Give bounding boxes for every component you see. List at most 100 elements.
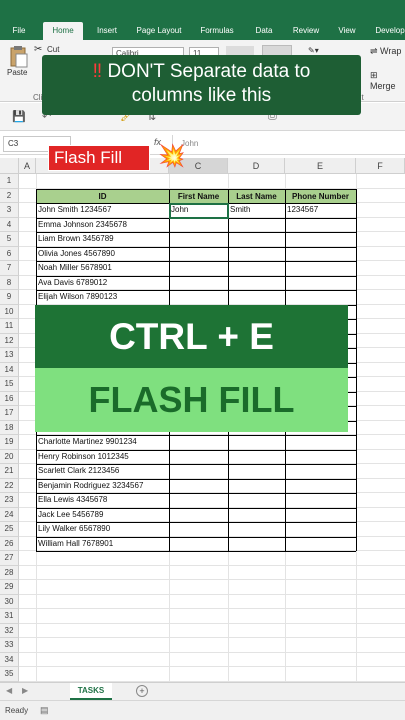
row-header[interactable]: 27 (0, 551, 19, 566)
table-cell[interactable]: Smith (228, 203, 285, 218)
tab-view[interactable]: View (332, 22, 362, 40)
row-header[interactable]: 5 (0, 232, 19, 247)
row-header[interactable]: 1 (0, 174, 19, 189)
row-header[interactable]: 30 (0, 594, 19, 609)
table-cell[interactable]: Charlotte Martinez 9901234 (36, 435, 169, 450)
table-cell[interactable]: Liam Brown 3456789 (36, 232, 169, 247)
scroll-left-icon[interactable]: ◀ (6, 686, 12, 695)
row-header[interactable]: 4 (0, 217, 19, 232)
table-cell[interactable]: Noah Miller 5678901 (36, 261, 169, 276)
row-header[interactable]: 12 (0, 333, 19, 348)
merge-button[interactable]: ⊞ Merge (370, 70, 405, 91)
table-cell[interactable] (228, 479, 285, 494)
save-icon[interactable]: 💾 (12, 110, 26, 123)
sheet-tab-tasks[interactable]: TASKS (70, 683, 112, 700)
table-header-cell[interactable]: First Name (169, 188, 228, 203)
wrap-text-button[interactable]: ⇌ Wrap (370, 46, 401, 57)
scroll-right-icon[interactable]: ▶ (22, 686, 28, 695)
table-cell[interactable] (285, 290, 356, 305)
table-cell[interactable]: Jack Lee 5456789 (36, 508, 169, 523)
table-cell[interactable] (285, 493, 356, 508)
table-cell[interactable] (228, 261, 285, 276)
row-header[interactable]: 31 (0, 609, 19, 624)
tab-file[interactable]: File (6, 22, 32, 40)
row-header[interactable]: 2 (0, 188, 19, 203)
table-cell[interactable]: 1234567 (285, 203, 356, 218)
row-header[interactable]: 10 (0, 304, 19, 319)
column-header[interactable]: A (19, 158, 36, 174)
row-header[interactable]: 34 (0, 652, 19, 667)
tab-review[interactable]: Review (287, 22, 325, 40)
row-header[interactable]: 35 (0, 667, 19, 682)
table-cell[interactable]: Ava Davis 6789012 (36, 276, 169, 291)
select-all-corner[interactable] (0, 158, 19, 174)
row-header[interactable]: 24 (0, 507, 19, 522)
tab-data[interactable]: Data (248, 22, 280, 40)
table-cell[interactable] (169, 261, 228, 276)
row-header[interactable]: 18 (0, 420, 19, 435)
table-cell[interactable] (169, 493, 228, 508)
table-cell[interactable] (285, 218, 356, 233)
table-header-cell[interactable]: Last Name (228, 188, 285, 203)
tab-page-layout[interactable]: Page Layout (131, 22, 187, 40)
row-header[interactable]: 32 (0, 623, 19, 638)
table-cell[interactable]: Lily Walker 6567890 (36, 522, 169, 537)
table-cell[interactable] (228, 464, 285, 479)
macro-record-icon[interactable]: ▤ (40, 705, 49, 716)
table-cell[interactable] (169, 232, 228, 247)
row-header[interactable]: 23 (0, 493, 19, 508)
table-cell[interactable] (228, 232, 285, 247)
formula-input[interactable]: John (172, 135, 402, 153)
row-header[interactable]: 21 (0, 464, 19, 479)
row-header[interactable]: 17 (0, 406, 19, 421)
table-cell[interactable] (169, 276, 228, 291)
table-cell[interactable] (169, 435, 228, 450)
table-cell[interactable] (228, 522, 285, 537)
table-cell[interactable] (285, 435, 356, 450)
column-header[interactable]: E (285, 158, 356, 174)
table-cell[interactable] (228, 493, 285, 508)
column-header[interactable]: F (356, 158, 405, 174)
row-header[interactable]: 15 (0, 377, 19, 392)
row-header[interactable]: 20 (0, 449, 19, 464)
row-header[interactable]: 33 (0, 638, 19, 653)
table-cell[interactable] (228, 290, 285, 305)
row-header[interactable]: 22 (0, 478, 19, 493)
tab-developer[interactable]: Develop (370, 22, 405, 40)
table-cell[interactable] (228, 247, 285, 262)
table-cell[interactable] (285, 508, 356, 523)
table-cell[interactable] (285, 479, 356, 494)
row-header[interactable]: 9 (0, 290, 19, 305)
row-header[interactable]: 25 (0, 522, 19, 537)
row-header[interactable]: 14 (0, 362, 19, 377)
table-cell[interactable]: Olivia Jones 4567890 (36, 247, 169, 262)
row-header[interactable]: 16 (0, 391, 19, 406)
table-cell[interactable] (169, 508, 228, 523)
paste-icon[interactable] (8, 46, 28, 68)
table-cell[interactable] (228, 276, 285, 291)
table-cell[interactable] (285, 232, 356, 247)
scissors-icon[interactable]: ✂ (34, 44, 42, 55)
table-cell[interactable] (285, 450, 356, 465)
table-header-cell[interactable]: ID (36, 188, 169, 203)
table-cell[interactable]: John Smith 1234567 (36, 203, 169, 218)
cut-button[interactable]: Cut (47, 45, 59, 54)
table-cell[interactable]: Ella Lewis 4345678 (36, 493, 169, 508)
paste-button[interactable]: Paste (7, 68, 27, 77)
table-cell[interactable] (228, 537, 285, 552)
row-header[interactable]: 3 (0, 203, 19, 218)
table-cell[interactable] (169, 218, 228, 233)
table-cell[interactable] (228, 218, 285, 233)
table-cell[interactable] (285, 537, 356, 552)
orientation-icon[interactable]: ✎▾ (308, 46, 319, 55)
column-header[interactable]: D (228, 158, 285, 174)
table-cell[interactable]: Henry Robinson 1012345 (36, 450, 169, 465)
table-cell[interactable] (285, 276, 356, 291)
table-cell[interactable] (285, 522, 356, 537)
table-cell[interactable] (169, 522, 228, 537)
table-cell[interactable] (169, 464, 228, 479)
table-cell[interactable] (228, 435, 285, 450)
row-header[interactable]: 26 (0, 536, 19, 551)
row-header[interactable]: 13 (0, 348, 19, 363)
row-header[interactable]: 11 (0, 319, 19, 334)
